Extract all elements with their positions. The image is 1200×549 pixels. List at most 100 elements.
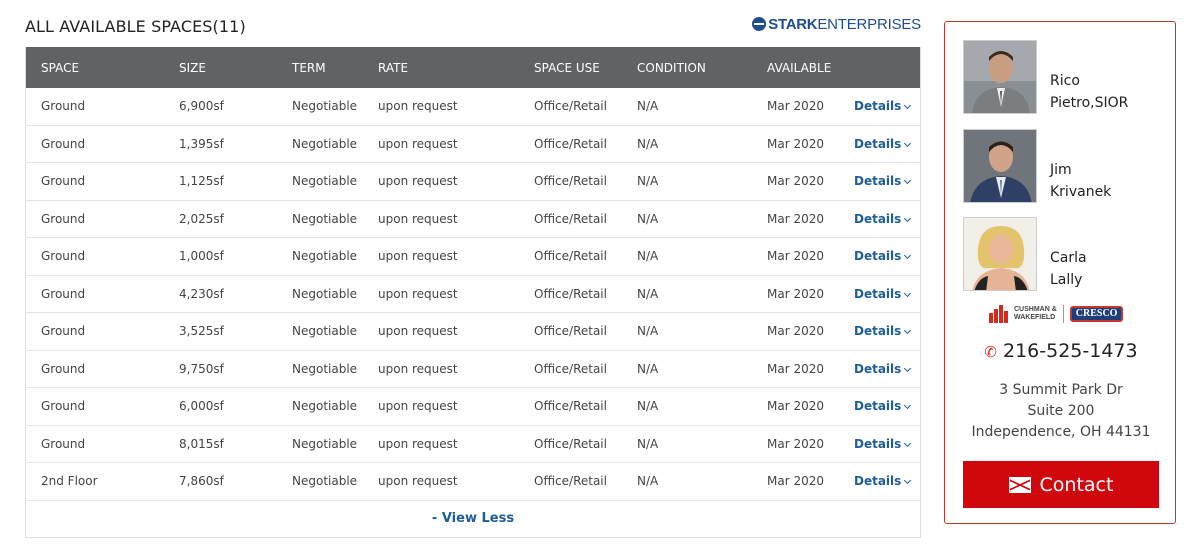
- phone-text: 216-525-1473: [1002, 340, 1138, 362]
- envelope-icon: [1008, 476, 1031, 493]
- column-header-space-use: SPACE USE: [534, 60, 600, 75]
- details-toggle[interactable]: Details: [854, 287, 912, 301]
- space-use-cell: Office/Retail: [534, 399, 607, 414]
- details-label: Details: [854, 211, 902, 226]
- rate-cell: upon request: [378, 399, 458, 414]
- space-use-cell: Office/Retail: [534, 136, 607, 151]
- address-line-2: Suite 200: [1027, 403, 1095, 419]
- stark-enterprises-logo[interactable]: STARK ENTERPRISES: [752, 14, 921, 34]
- broker-sidebar: Rico Pietro,SIOR Jim Krivanek Carla Lall…: [944, 21, 1176, 524]
- table-row: Ground 2,025sf Negotiable upon request Offic…: [26, 201, 920, 238]
- details-label: Details: [854, 99, 902, 114]
- condition-cell: N/A: [637, 399, 659, 414]
- space-cell: Ground: [41, 174, 86, 189]
- term-cell: Negotiable: [292, 474, 358, 489]
- chevron-down-icon: [904, 402, 912, 410]
- available-cell: Mar 2020: [767, 286, 824, 301]
- agent-photo[interactable]: [963, 40, 1037, 114]
- column-header-rate: RATE: [378, 60, 409, 75]
- view-less-link[interactable]: - View Less: [432, 511, 514, 526]
- table-row: Ground 1,000sf Negotiable upon request Offic…: [26, 238, 920, 276]
- condition-cell: N/A: [637, 174, 659, 189]
- table-row: 2nd Floor 7,860sf Negotiable upon request Of…: [26, 463, 920, 501]
- space-cell: Ground: [41, 99, 86, 114]
- space-cell: Ground: [41, 286, 86, 301]
- details-toggle[interactable]: Details: [854, 211, 912, 226]
- size-cell: 4,230sf: [179, 286, 224, 301]
- table-row: Ground 4,230sf Negotiable upon request Offic…: [26, 276, 920, 313]
- agent-card[interactable]: Rico Pietro,SIOR: [963, 40, 1159, 114]
- cw-line-1: CUSHMAN &: [1014, 306, 1057, 313]
- size-cell: 8,015sf: [179, 436, 224, 451]
- space-use-cell: Office/Retail: [534, 474, 607, 489]
- chevron-down-icon: [904, 102, 912, 110]
- phone-number[interactable]: ✆ 216-525-1473: [945, 340, 1177, 362]
- condition-cell: N/A: [637, 324, 659, 339]
- column-header-space: SPACE: [41, 60, 80, 75]
- condition-cell: N/A: [637, 474, 659, 489]
- agent-photo[interactable]: [963, 129, 1037, 203]
- rate-cell: upon request: [378, 249, 458, 264]
- condition-cell: N/A: [637, 136, 659, 151]
- view-less-row: - View Less: [26, 501, 920, 537]
- space-use-cell: Office/Retail: [534, 286, 607, 301]
- condition-cell: N/A: [637, 436, 659, 451]
- details-toggle[interactable]: Details: [854, 474, 912, 488]
- rate-cell: upon request: [378, 174, 458, 189]
- phone-icon: ✆: [984, 343, 997, 361]
- details-toggle[interactable]: Details: [854, 399, 912, 414]
- cushman-wakefield-logo-icon: [989, 305, 1011, 323]
- details-toggle[interactable]: Details: [854, 136, 912, 151]
- address-line-1: 3 Summit Park Dr: [999, 382, 1123, 398]
- details-label: Details: [854, 399, 902, 414]
- size-cell: 6,000sf: [179, 399, 224, 414]
- details-toggle[interactable]: Details: [854, 99, 912, 114]
- contact-button[interactable]: Contact: [963, 461, 1159, 508]
- term-cell: Negotiable: [292, 399, 358, 414]
- agent-last-name: Krivanek: [1050, 184, 1112, 200]
- agent-first-name: Jim: [1050, 162, 1072, 178]
- details-label: Details: [854, 436, 902, 451]
- size-cell: 6,900sf: [179, 99, 224, 114]
- available-cell: Mar 2020: [767, 399, 824, 414]
- space-use-cell: Office/Retail: [534, 211, 607, 226]
- brand-name-strong: STARK: [768, 15, 818, 33]
- space-cell: Ground: [41, 324, 86, 339]
- table-row: Ground 8,015sf Negotiable upon request Offic…: [26, 426, 920, 463]
- details-toggle[interactable]: Details: [854, 174, 912, 188]
- office-address: 3 Summit Park Dr Suite 200 Independence,…: [945, 380, 1177, 443]
- agent-card[interactable]: Carla Lally: [963, 217, 1159, 291]
- size-cell: 1,395sf: [179, 136, 224, 151]
- stark-logo-icon: [752, 17, 767, 31]
- cushman-wakefield-logo: CUSHMAN & WAKEFIELD: [1014, 306, 1057, 322]
- details-toggle[interactable]: Details: [854, 324, 912, 338]
- size-cell: 9,750sf: [179, 361, 224, 376]
- page-header: ALL AVAILABLE SPACES(11) STARK ENTERPRIS…: [25, 14, 921, 42]
- agent-photo[interactable]: [963, 217, 1037, 291]
- column-header-term: TERM: [292, 60, 326, 75]
- term-cell: Negotiable: [292, 361, 358, 376]
- size-cell: 1,000sf: [179, 249, 224, 264]
- chevron-down-icon: [904, 139, 912, 147]
- contact-button-label: Contact: [1039, 473, 1114, 496]
- available-cell: Mar 2020: [767, 211, 824, 226]
- size-cell: 1,125sf: [179, 174, 224, 189]
- space-cell: Ground: [41, 399, 86, 414]
- size-cell: 2,025sf: [179, 211, 224, 226]
- details-toggle[interactable]: Details: [854, 362, 912, 376]
- available-cell: Mar 2020: [767, 249, 824, 264]
- space-use-cell: Office/Retail: [534, 249, 607, 264]
- column-header-condition: CONDITION: [637, 60, 706, 75]
- chevron-down-icon: [904, 214, 912, 222]
- details-toggle[interactable]: Details: [854, 249, 912, 263]
- details-label: Details: [854, 136, 902, 151]
- cresco-logo: CRESCO: [1069, 306, 1124, 322]
- space-use-cell: Office/Retail: [534, 99, 607, 114]
- condition-cell: N/A: [637, 99, 659, 114]
- size-cell: 7,860sf: [179, 474, 224, 489]
- details-toggle[interactable]: Details: [854, 436, 912, 451]
- space-cell: Ground: [41, 211, 86, 226]
- term-cell: Negotiable: [292, 286, 358, 301]
- available-cell: Mar 2020: [767, 324, 824, 339]
- agent-card[interactable]: Jim Krivanek: [963, 129, 1159, 203]
